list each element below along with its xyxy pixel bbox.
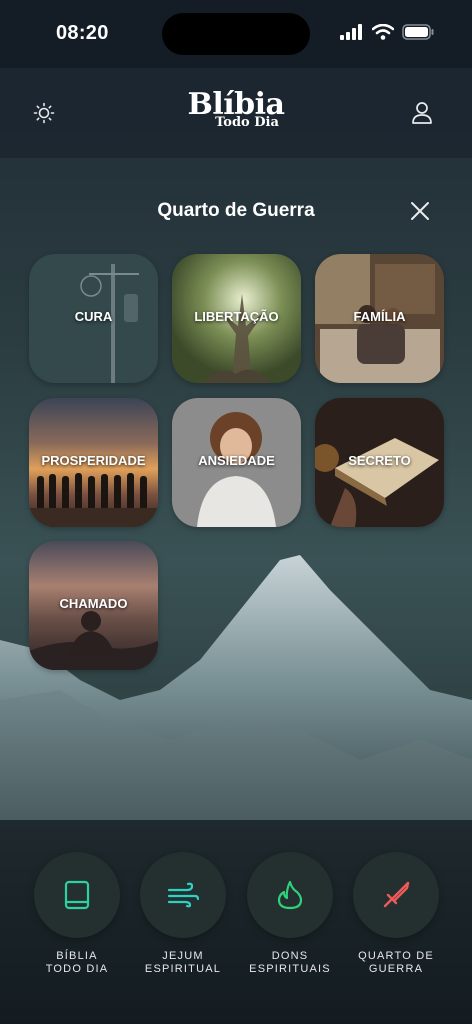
app-logo: Blíbia Todo Dia [0,90,472,130]
user-icon [412,102,432,124]
nav-icon-circle[interactable] [140,852,226,938]
status-time: 08:20 [56,22,109,44]
category-card-libertacao[interactable]: LIBERTAÇÃO [172,254,301,383]
nav-label: QUARTO DE GUERRA [358,950,434,975]
signal-icon [340,24,362,40]
app-header: Blíbia Todo Dia [0,68,472,158]
section-title: Quarto de Guerra [157,200,315,221]
category-label: CHAMADO [59,596,128,611]
category-card-prosperidade[interactable]: PROSPERIDADE [29,398,158,527]
category-label: ANSIEDADE [198,453,275,468]
category-label: LIBERTAÇÃO [194,309,279,324]
dynamic-island [162,13,310,55]
nav-icon-circle[interactable] [34,852,120,938]
status-bar: 08:20 [0,0,472,68]
profile-button[interactable] [409,100,435,126]
category-label: PROSPERIDADE [41,453,146,468]
status-icons [340,24,434,40]
nav-jejum-espiritual[interactable]: JEJUM ESPIRITUAL [133,852,233,976]
nav-icon-circle[interactable] [247,852,333,938]
nav-dons-espirituais[interactable]: DONS ESPIRITUAIS [240,852,340,976]
nav-label: DONS ESPIRITUAIS [249,950,331,975]
nav-label: JEJUM ESPIRITUAL [144,950,222,975]
book-icon [64,880,90,910]
category-card-chamado[interactable]: CHAMADO [29,541,158,670]
wind-icon [167,882,199,908]
logo-subtitle: Todo Dia [215,115,279,130]
battery-icon [402,24,434,40]
nav-icon-circle[interactable] [353,852,439,938]
category-label: SECRETO [348,453,411,468]
close-button[interactable] [408,199,432,223]
category-card-familia[interactable]: FAMÍLIA [315,254,444,383]
wifi-icon [372,24,394,40]
category-card-secreto[interactable]: SECRETO [315,398,444,527]
sword-icon [383,881,410,908]
category-label: FAMÍLIA [353,309,406,324]
nav-label: BÍBLIA TODO DIA [45,950,109,975]
category-card-ansiedade[interactable]: ANSIEDADE [172,398,301,527]
nav-quarto-de-guerra[interactable]: QUARTO DE GUERRA [346,852,446,976]
category-label: CURA [74,309,113,324]
flame-icon [277,880,303,910]
close-icon [411,202,429,220]
category-card-cura[interactable]: CURA [29,254,158,383]
nav-biblia-todo-dia[interactable]: BÍBLIA TODO DIA [27,852,127,976]
